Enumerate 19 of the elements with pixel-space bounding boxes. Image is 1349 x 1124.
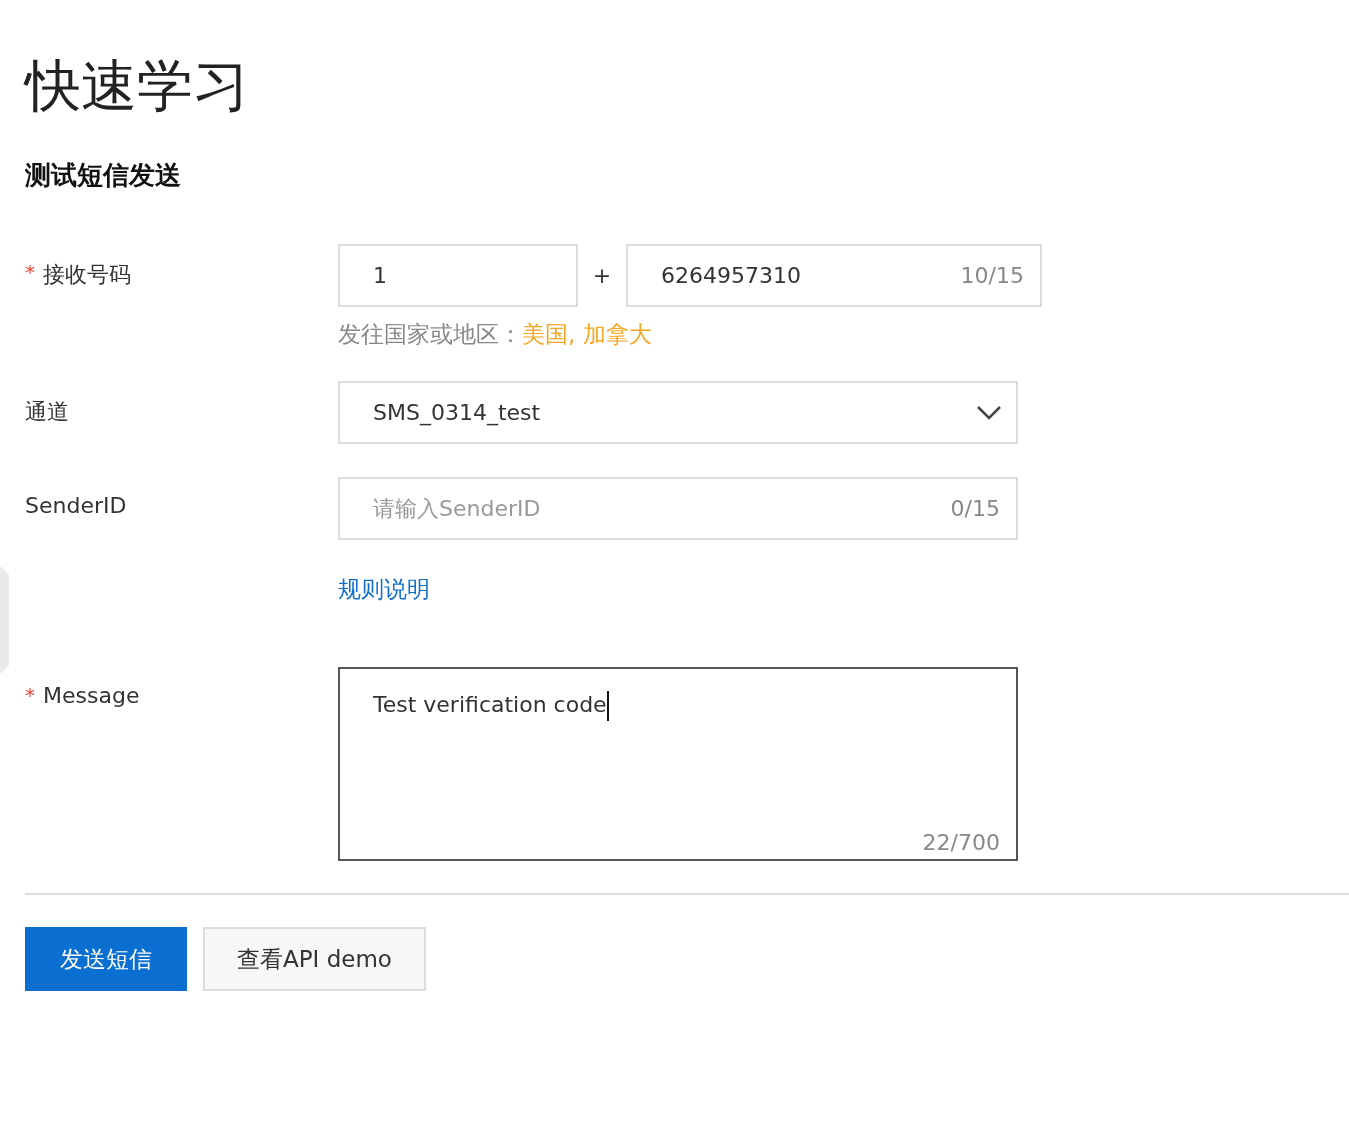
- destination-hint: 发往国家或地区：美国, 加拿大: [338, 320, 653, 349]
- field-label: Message: [43, 683, 140, 708]
- phone-number-field[interactable]: 6264957310 10/15: [626, 244, 1042, 307]
- section-title: 测试短信发送: [25, 159, 182, 192]
- required-asterisk: *: [25, 683, 35, 708]
- field-label: 接收号码: [43, 261, 131, 289]
- message-field[interactable]: Test verification code 22/700: [338, 667, 1018, 861]
- field-label: SenderID: [25, 493, 127, 518]
- rules-link[interactable]: 规则说明: [338, 574, 430, 605]
- send-sms-button[interactable]: 发送短信: [25, 927, 187, 991]
- senderid-field[interactable]: 请输入SenderID 0/15: [338, 477, 1018, 540]
- api-demo-button[interactable]: 查看API demo: [203, 927, 426, 991]
- page-title: 快速学习: [25, 52, 250, 120]
- country-code-field[interactable]: 1: [338, 244, 578, 307]
- required-asterisk: *: [25, 260, 35, 286]
- field-label: 通道: [25, 398, 69, 426]
- channel-select[interactable]: SMS_0314_test: [338, 381, 1018, 444]
- chevron-down-icon: [976, 404, 1002, 421]
- plus-sign: +: [591, 263, 613, 288]
